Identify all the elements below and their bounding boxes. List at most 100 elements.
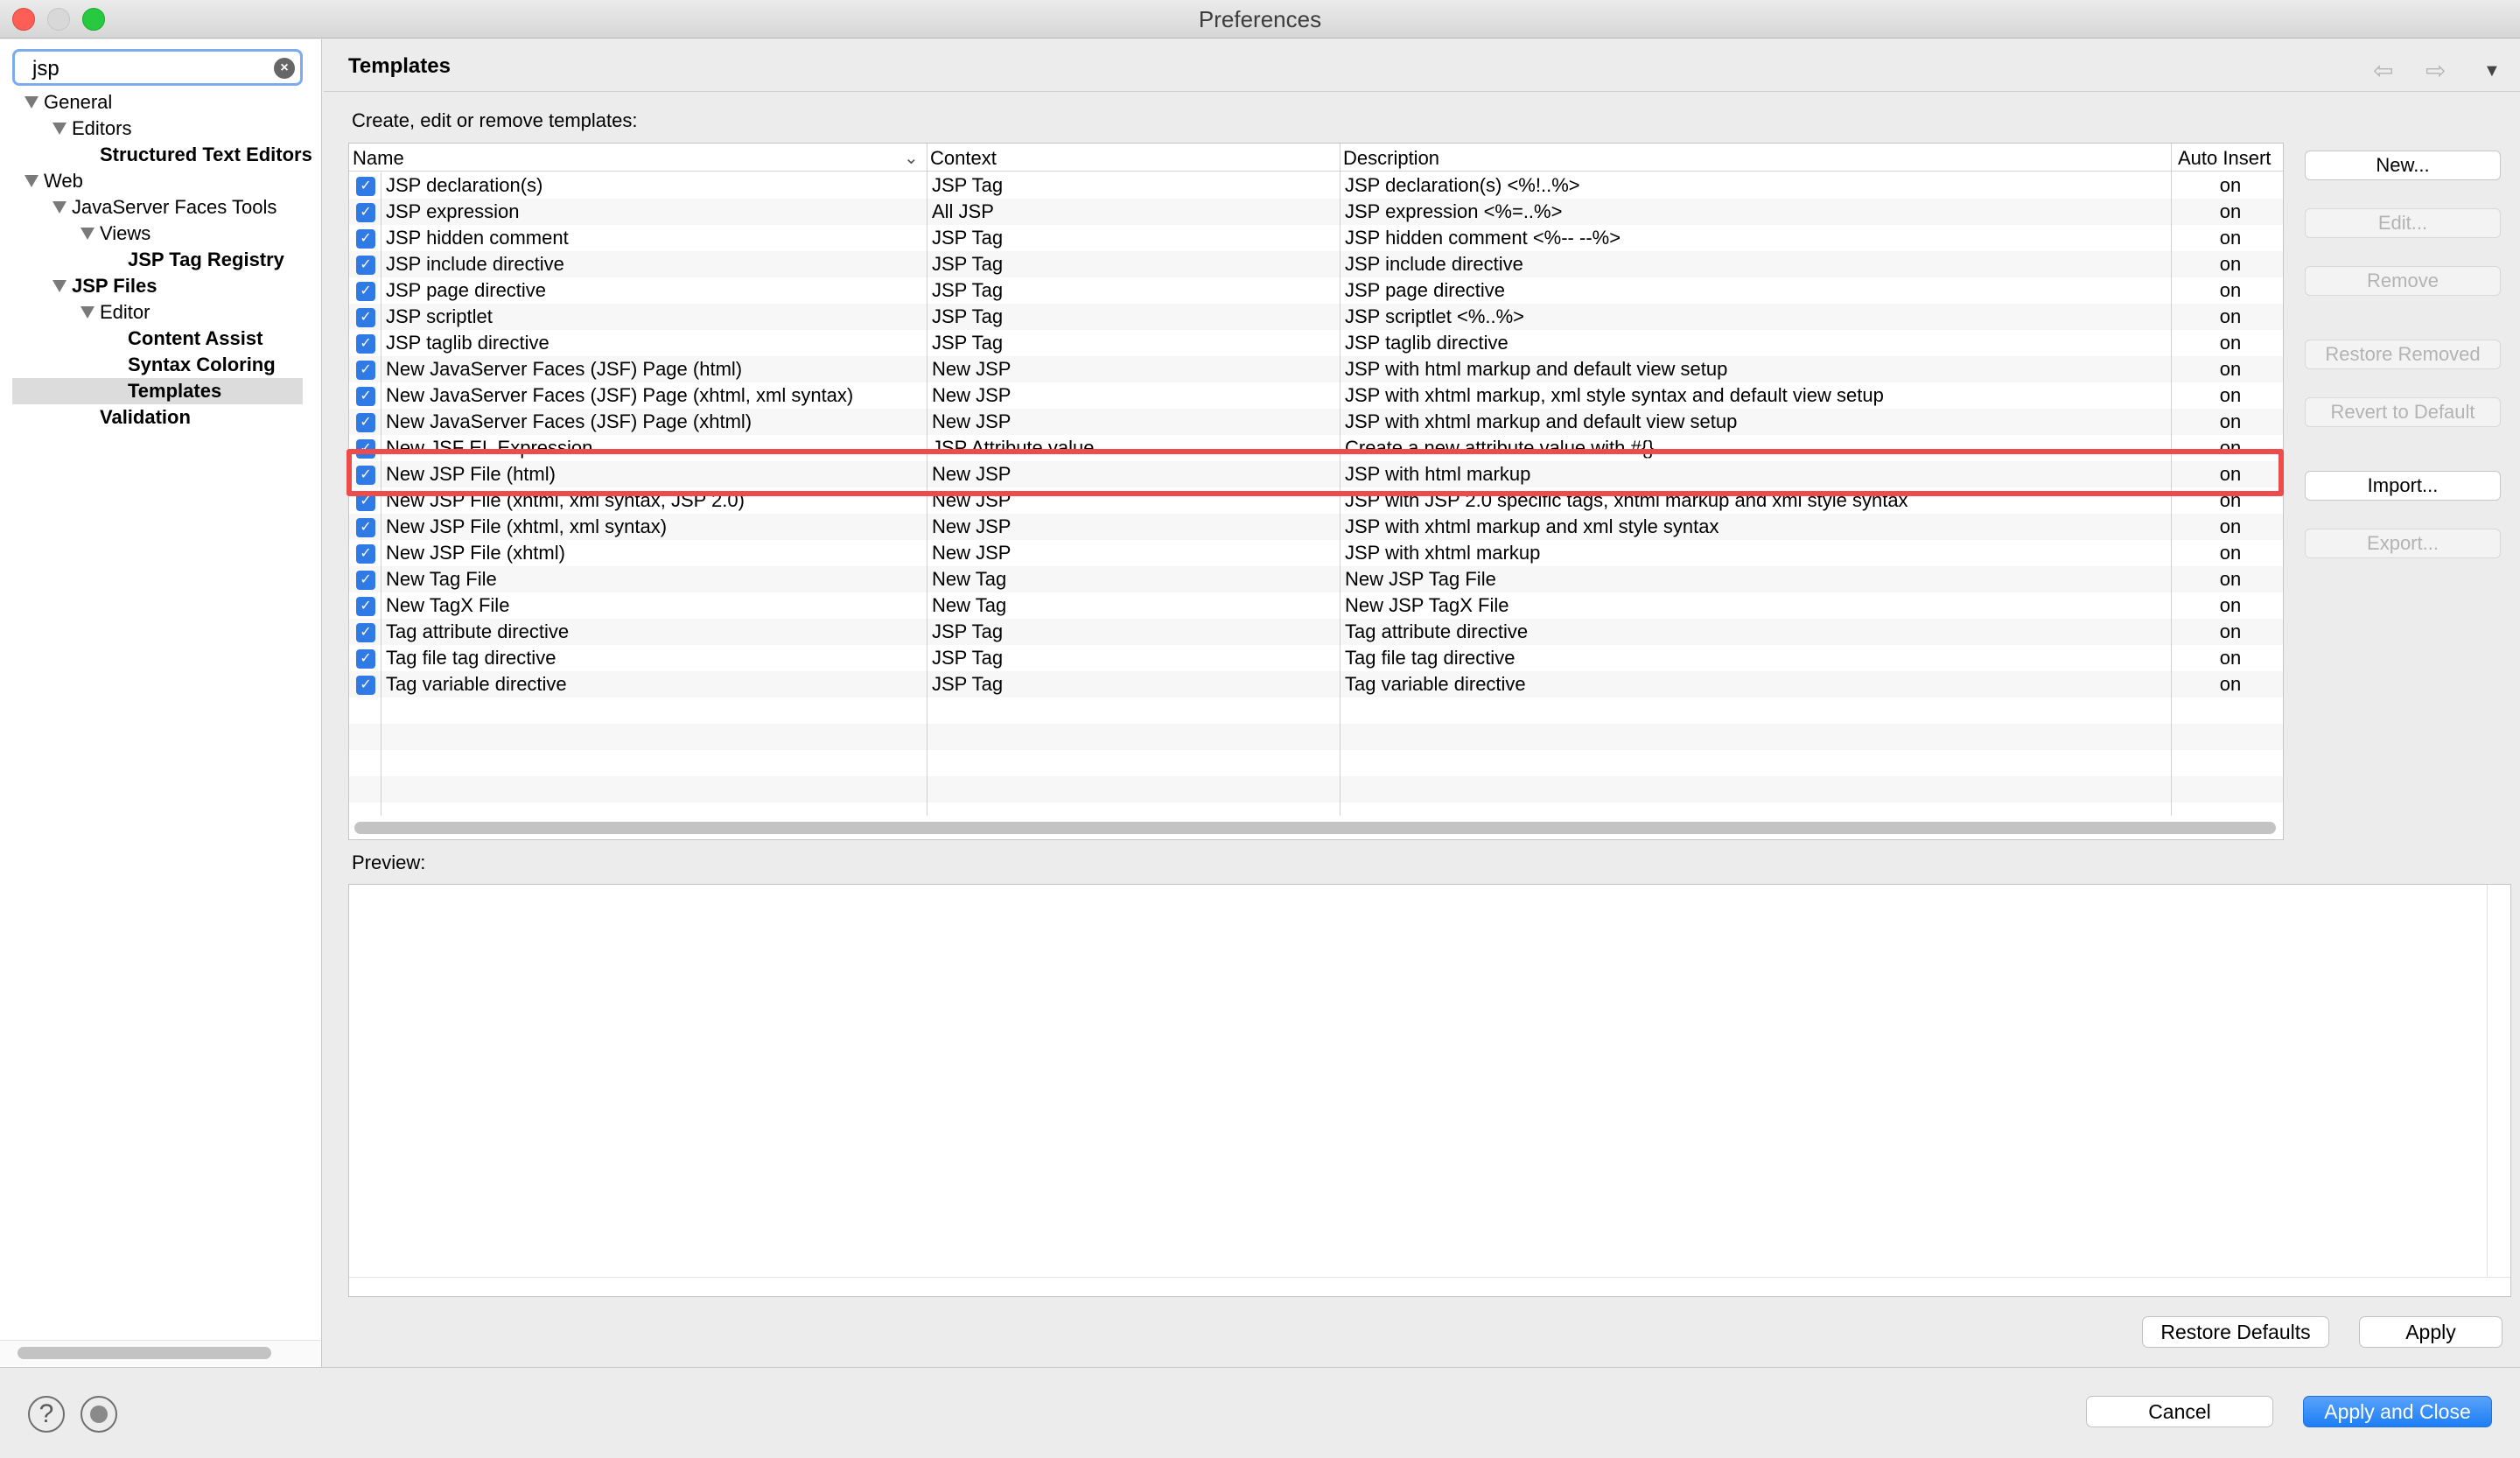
tree-item[interactable]: Templates [12,378,303,404]
tree-item[interactable]: Views [0,221,320,247]
enabled-checkbox[interactable]: ✓ [356,597,375,616]
tree-horizontal-scrollbar[interactable] [18,1347,271,1359]
clear-search-icon[interactable]: × [274,58,295,79]
restore-removed-button[interactable]: Restore Removed [2305,340,2501,369]
cancel-button[interactable]: Cancel [2086,1396,2273,1427]
import-templates-button[interactable]: Import... [2305,471,2501,501]
cell-context: JSP Tag [932,174,1004,196]
enabled-checkbox[interactable]: ✓ [356,387,375,406]
cell-name: JSP hidden comment [386,227,569,249]
enabled-checkbox[interactable]: ✓ [356,177,375,196]
cell-description: Tag file tag directive [1345,647,1516,669]
export-templates-button[interactable]: Export... [2305,529,2501,558]
empty-row [349,697,2283,724]
enabled-checkbox[interactable]: ✓ [356,361,375,380]
table-row[interactable]: ✓ JSP expression All JSP JSP expression <%=… [349,199,2283,225]
edit-template-button[interactable]: Edit... [2305,208,2501,238]
table-horizontal-scrollbar[interactable] [354,822,2276,834]
enabled-checkbox[interactable]: ✓ [356,413,375,432]
cell-name: JSP scriptlet [386,305,493,327]
column-header-description[interactable]: Description [1340,144,1439,172]
table-row[interactable]: ✓ JSP page directive JSP Tag JSP page direc… [349,277,2283,304]
enabled-checkbox[interactable]: ✓ [356,334,375,354]
tree-item[interactable]: Content Assist [0,326,320,352]
enabled-checkbox[interactable]: ✓ [356,544,375,564]
view-menu-icon[interactable]: ▼ [2483,61,2501,81]
table-row[interactable]: ✓ Tag attribute directive JSP Tag Tag attri… [349,619,2283,645]
table-row[interactable]: ✓ Tag variable directive JSP Tag Tag variab… [349,671,2283,697]
expand-triangle-icon[interactable] [52,123,66,135]
cell-name: JSP expression [386,200,520,222]
cell-auto: on [2219,620,2242,642]
tree-item[interactable]: Structured Text Editors [0,142,320,168]
cell-auto: on [2219,542,2242,564]
cell-description: JSP with xhtml markup [1345,542,1541,564]
table-row[interactable]: ✓ JSP scriptlet JSP Tag JSP scriptlet <%..%… [349,304,2283,330]
enabled-checkbox[interactable]: ✓ [356,676,375,695]
tree-item[interactable]: JavaServer Faces Tools [0,194,320,221]
enabled-checkbox[interactable]: ✓ [356,282,375,301]
search-input[interactable]: jsp [32,57,60,81]
forward-nav-icon[interactable]: ⇨ [2426,56,2446,85]
cell-description: JSP declaration(s) <%!..%> [1345,174,1580,196]
tree-item[interactable]: General [0,89,320,116]
column-header-context[interactable]: Context [927,144,997,172]
expand-triangle-icon[interactable] [24,175,38,187]
cell-context: JSP Tag [932,673,1004,695]
preview-scroll-divider [2487,885,2488,1277]
tree-item[interactable]: Editors [0,116,320,142]
back-nav-icon[interactable]: ⇦ [2373,56,2393,85]
remove-template-button[interactable]: Remove [2305,266,2501,296]
record-macro-icon[interactable] [80,1396,117,1433]
preferences-tree-pane: jsp × General Editors Structured Text Edit… [0,39,322,1367]
table-row[interactable]: ✓ JSP taglib directive JSP Tag JSP taglib d… [349,330,2283,356]
enabled-checkbox[interactable]: ✓ [356,518,375,537]
tree-item[interactable]: Editor [0,299,320,326]
table-row[interactable]: ✓ JSP hidden comment JSP Tag JSP hidden com… [349,225,2283,251]
table-row[interactable]: ✓ New JavaServer Faces (JSF) Page (xhtml,… [349,382,2283,409]
enabled-checkbox[interactable]: ✓ [356,623,375,642]
table-row[interactable]: ✓ New JSP File (xhtml) New JSP JSP with xht… [349,540,2283,566]
expand-triangle-icon[interactable] [80,306,94,319]
expand-triangle-icon[interactable] [24,96,38,109]
expand-triangle-icon[interactable] [52,201,66,214]
cell-context: JSP Tag [932,253,1004,275]
restore-defaults-button[interactable]: Restore Defaults [2142,1316,2329,1348]
enabled-checkbox[interactable]: ✓ [356,571,375,590]
new-template-button[interactable]: New... [2305,151,2501,180]
cell-name: Tag variable directive [386,673,567,695]
table-row[interactable]: ✓ JSP include directive JSP Tag JSP include… [349,251,2283,277]
enabled-checkbox[interactable]: ✓ [356,649,375,669]
tree-item[interactable]: Web [0,168,320,194]
table-row[interactable]: ✓ JSP declaration(s) JSP Tag JSP declaratio… [349,172,2283,199]
cell-context: New JSP [932,410,1012,432]
table-row[interactable]: ✓ New JavaServer Faces (JSF) Page (html) N… [349,356,2283,382]
apply-button[interactable]: Apply [2359,1316,2502,1348]
enabled-checkbox[interactable]: ✓ [356,256,375,275]
table-row[interactable]: ✓ New JSP File (xhtml, xml syntax) New JSP… [349,514,2283,540]
preview-text-area[interactable] [348,884,2511,1297]
empty-row [349,750,2283,776]
tree-item-label: JavaServer Faces Tools [72,196,277,218]
tree-item[interactable]: JSP Tag Registry [0,247,320,273]
table-row[interactable]: ✓ New Tag File New Tag New JSP Tag File on [349,566,2283,592]
tree-item[interactable]: Validation [0,404,320,431]
filter-search-field[interactable]: jsp × [12,49,303,86]
sort-chevron-down-icon[interactable]: ⌄ [904,147,919,169]
table-row[interactable]: ✓ Tag file tag directive JSP Tag Tag file t… [349,645,2283,671]
column-header-name[interactable]: Name [349,144,404,172]
apply-and-close-button[interactable]: Apply and Close [2303,1396,2492,1427]
expand-triangle-icon[interactable] [52,280,66,292]
revert-to-default-button[interactable]: Revert to Default [2305,397,2501,427]
enabled-checkbox[interactable]: ✓ [356,229,375,249]
enabled-checkbox[interactable]: ✓ [356,308,375,327]
column-header-auto-insert[interactable]: Auto Insert [2174,144,2271,172]
enabled-checkbox[interactable]: ✓ [356,203,375,222]
help-icon[interactable]: ? [28,1396,65,1433]
table-row[interactable]: ✓ New JavaServer Faces (JSF) Page (xhtml)… [349,409,2283,435]
table-row[interactable]: ✓ New TagX File New Tag New JSP TagX File on [349,592,2283,619]
cell-name: New JSP File (xhtml) [386,542,565,564]
tree-item[interactable]: JSP Files [0,273,320,299]
tree-item[interactable]: Syntax Coloring [0,352,320,378]
expand-triangle-icon[interactable] [80,228,94,240]
